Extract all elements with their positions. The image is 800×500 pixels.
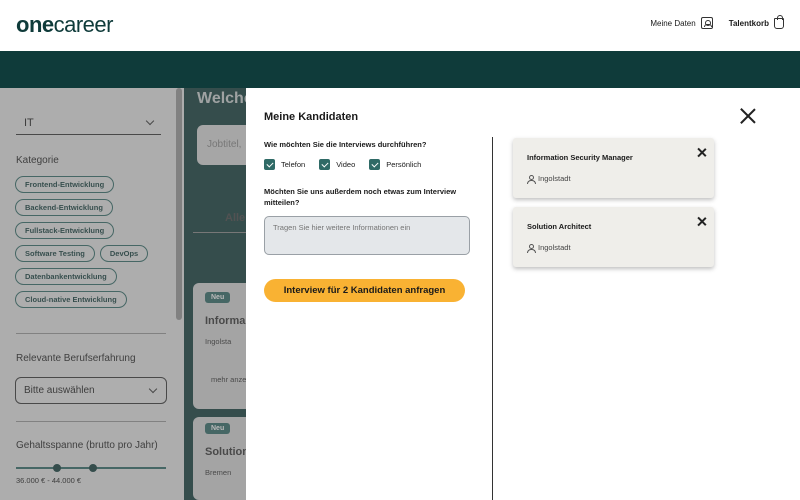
checkbox-checked-icon[interactable] xyxy=(264,159,275,170)
talent-cart-label: Talentkorb xyxy=(728,18,769,28)
candidate-card: Information Security Manager Ingolstadt xyxy=(513,138,714,198)
additional-info-question: Möchten Sie uns außerdem noch etwas zum … xyxy=(264,187,457,207)
candidate-location-text: Ingolstadt xyxy=(538,243,571,252)
candidate-location: Ingolstadt xyxy=(527,174,571,184)
modal-title: Meine Kandidaten xyxy=(264,111,359,123)
candidate-title: Solution Architect xyxy=(527,222,592,231)
option-video[interactable]: Video xyxy=(319,159,355,170)
remove-candidate-icon[interactable] xyxy=(697,148,706,157)
logo-one: one xyxy=(16,12,54,37)
candidate-location-text: Ingolstadt xyxy=(538,174,571,183)
checkbox-checked-icon[interactable] xyxy=(369,159,381,170)
user-icon xyxy=(700,17,713,29)
option-telefon[interactable]: Telefon xyxy=(264,159,305,170)
candidates-modal: Meine Kandidaten Wie möchten Sie die Int… xyxy=(246,88,800,500)
candidate-title: Information Security Manager xyxy=(527,153,633,162)
top-bar: onecareer Meine Daten Talentkorb xyxy=(0,0,800,51)
close-icon[interactable] xyxy=(740,108,756,124)
shopping-bag-icon xyxy=(774,14,784,29)
top-navigation: Meine Daten Talentkorb xyxy=(650,14,784,29)
modal-column-divider xyxy=(492,137,493,500)
candidate-card: Solution Architect Ingolstadt xyxy=(513,207,714,267)
interview-type-question: Wie möchten Sie die Interviews durchführ… xyxy=(264,140,427,149)
my-data-link[interactable]: Meine Daten xyxy=(650,17,713,29)
option-persoenlich[interactable]: Persönlich xyxy=(369,159,421,170)
option-label: Video xyxy=(336,160,356,169)
person-icon xyxy=(527,243,536,253)
onecareer-logo[interactable]: onecareer xyxy=(16,12,113,38)
person-icon xyxy=(527,174,536,184)
talent-cart-link[interactable]: Talentkorb xyxy=(728,14,784,29)
candidate-location: Ingolstadt xyxy=(527,243,571,253)
option-label: Persönlich xyxy=(386,160,422,169)
option-label: Telefon xyxy=(281,160,306,169)
logo-career: career xyxy=(53,12,114,37)
request-interview-button[interactable]: Interview für 2 Kandidaten anfragen xyxy=(264,279,465,302)
remove-candidate-icon[interactable] xyxy=(697,217,706,226)
additional-info-textarea[interactable] xyxy=(264,216,470,255)
my-data-label: Meine Daten xyxy=(650,18,696,28)
interview-type-options: Telefon Video Persönlich xyxy=(264,159,421,170)
checkbox-checked-icon[interactable] xyxy=(319,159,331,170)
